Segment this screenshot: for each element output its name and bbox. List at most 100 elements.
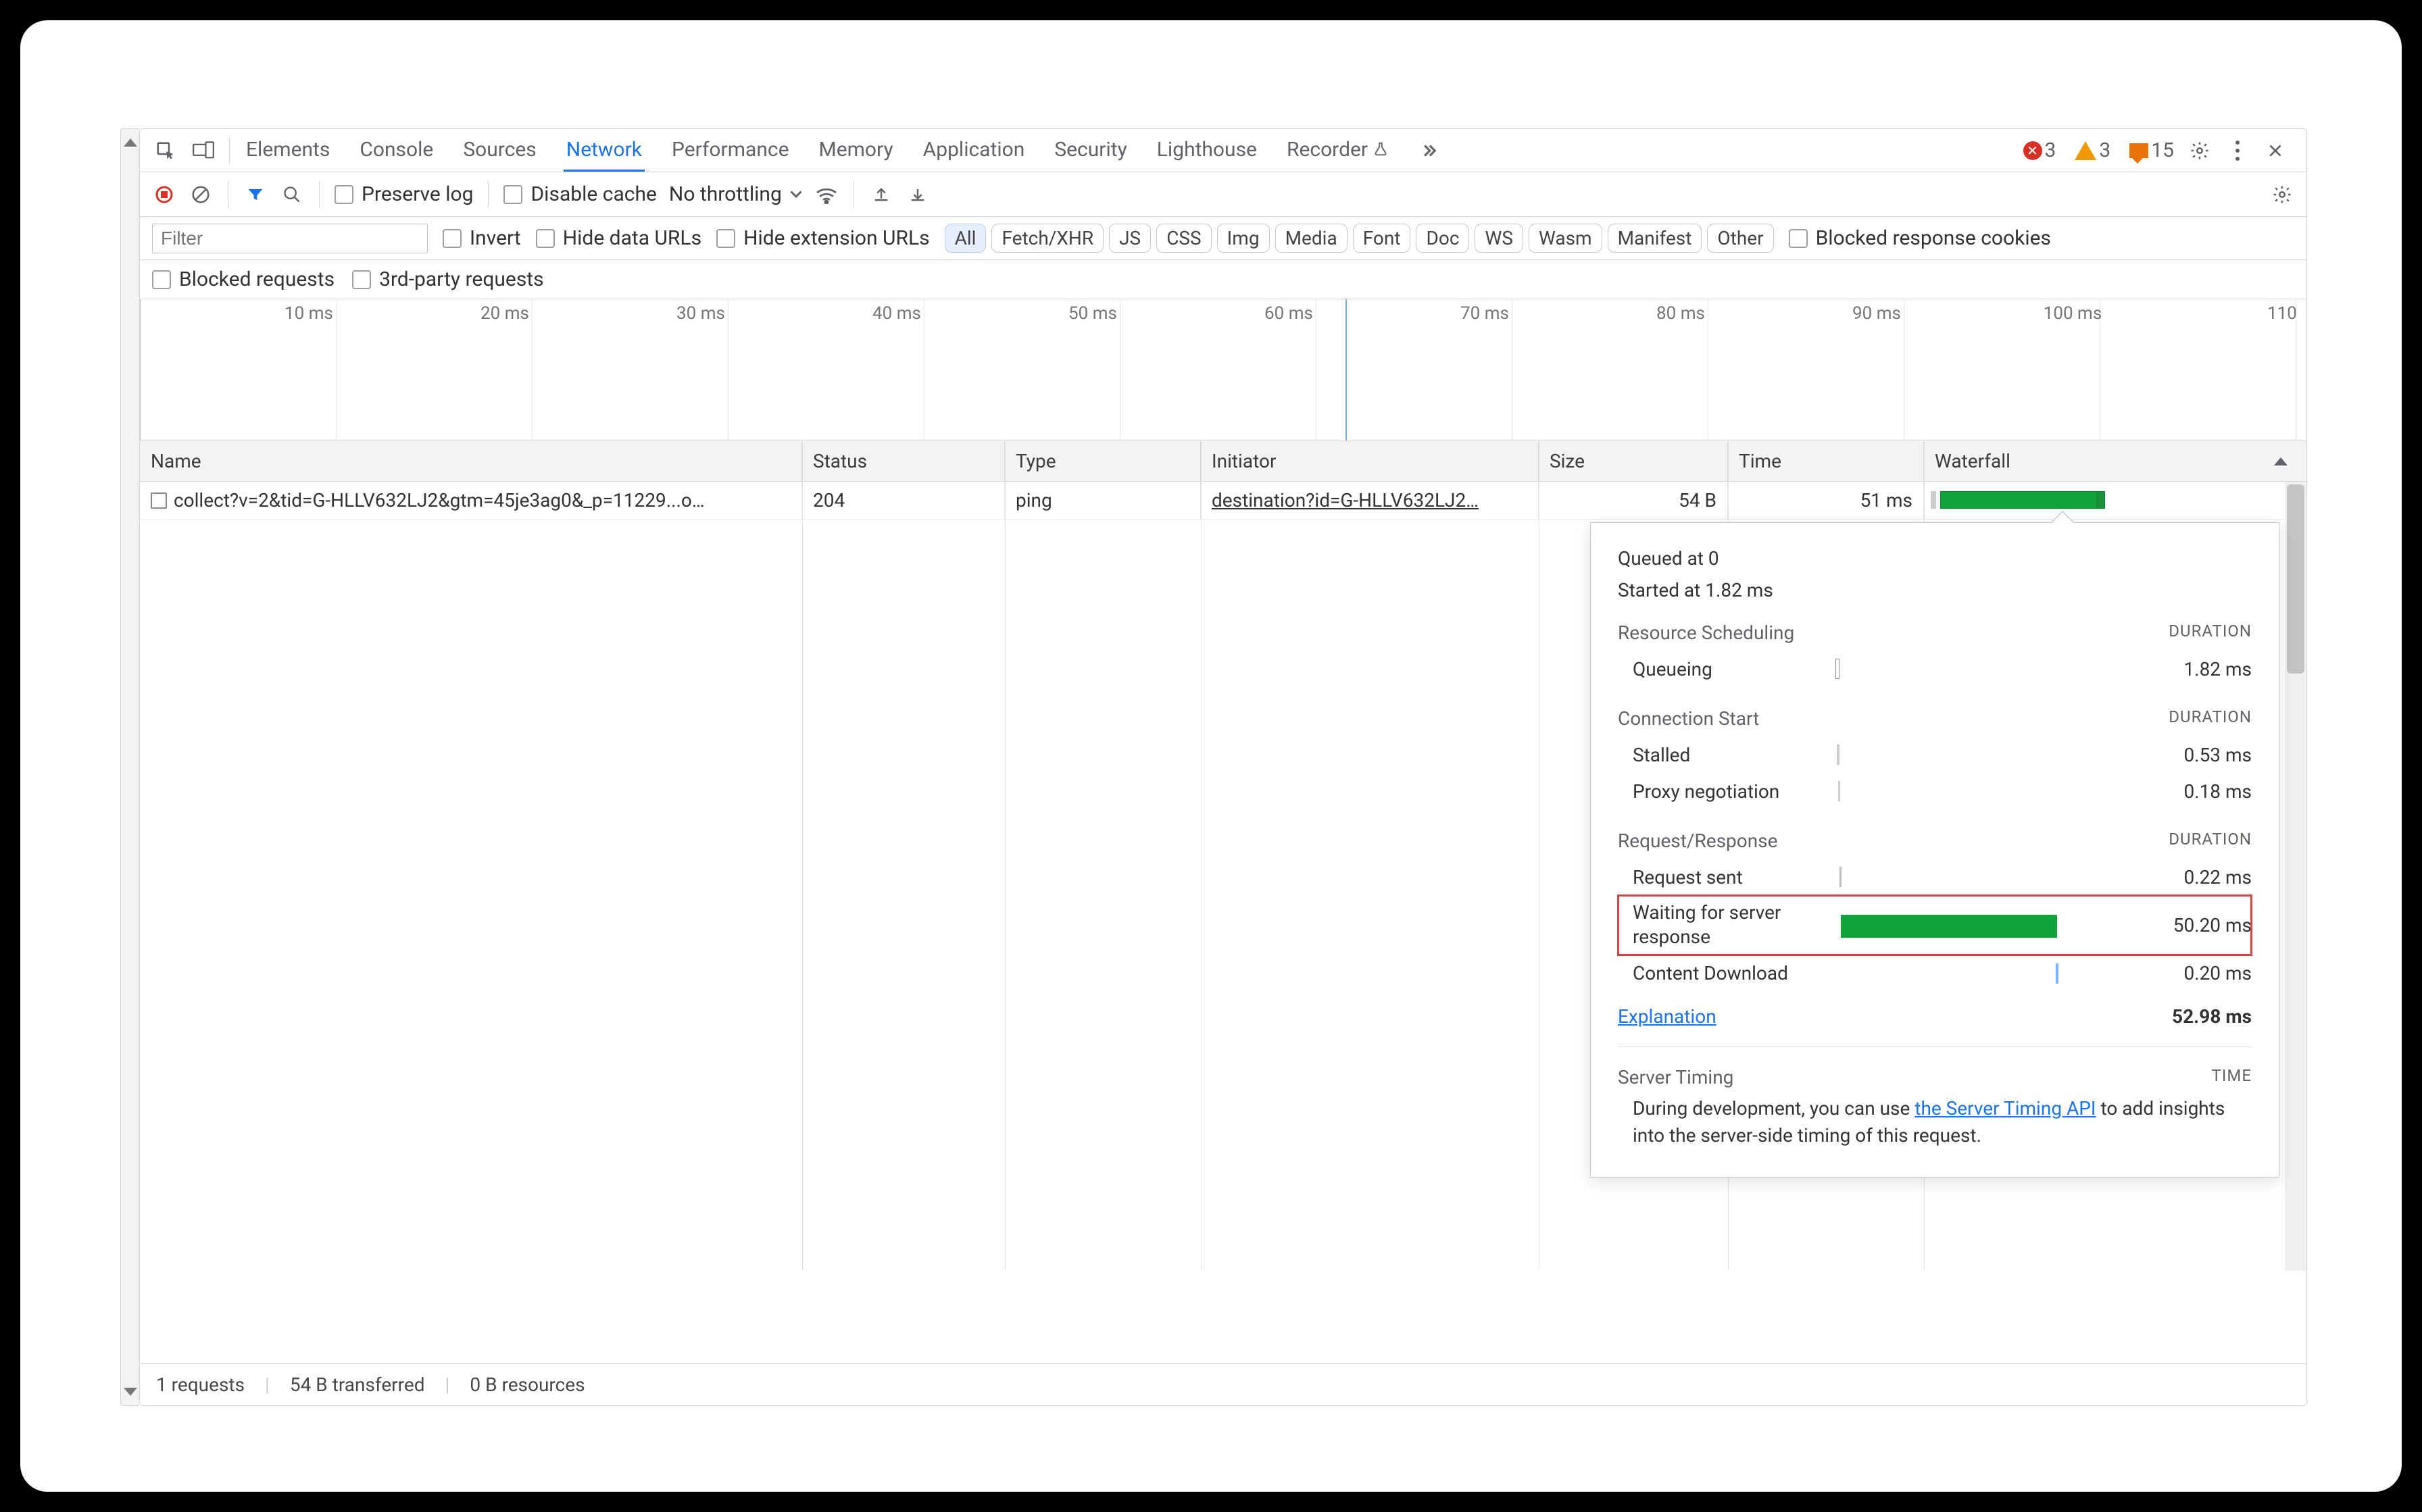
upload-icon[interactable] (869, 182, 893, 207)
footer-transferred: 54 B transferred (290, 1374, 425, 1396)
chip-all[interactable]: All (945, 224, 987, 253)
download-icon[interactable] (906, 182, 930, 207)
network-toolbar: Preserve log Disable cache No throttling (140, 172, 2306, 217)
chip-img[interactable]: Img (1217, 224, 1270, 253)
more-tabs-icon[interactable] (1415, 138, 1439, 163)
chip-wasm[interactable]: Wasm (1529, 224, 1602, 253)
wifi-icon[interactable] (814, 182, 839, 207)
warning-count[interactable]: 3 (2075, 138, 2110, 162)
chip-manifest[interactable]: Manifest (1608, 224, 1702, 253)
clear-button[interactable] (189, 182, 213, 207)
status-bar: 1 requests | 54 B transferred | 0 B reso… (140, 1363, 2306, 1405)
tab-console[interactable]: Console (357, 129, 436, 172)
col-status[interactable]: Status (802, 441, 1005, 481)
disable-cache-checkbox[interactable]: Disable cache (503, 182, 656, 206)
section-connection-start: Connection Start (1618, 707, 1759, 730)
row-queueing-label: Queueing (1633, 658, 1835, 680)
overview-timeline[interactable]: 10 ms 20 ms 30 ms 40 ms 50 ms 60 ms 70 m… (140, 299, 2306, 441)
chip-media[interactable]: Media (1275, 224, 1348, 253)
duration-header: DURATION (2169, 622, 2252, 644)
col-initiator[interactable]: Initiator (1201, 441, 1539, 481)
table-scrollbar[interactable] (2285, 482, 2306, 1271)
scroll-up-icon[interactable] (121, 132, 139, 153)
tab-lighthouse[interactable]: Lighthouse (1154, 129, 1260, 172)
inspect-icon[interactable] (153, 138, 178, 163)
tab-sources[interactable]: Sources (460, 129, 539, 172)
kebab-icon[interactable] (2225, 138, 2250, 163)
row-download-label: Content Download (1633, 962, 1835, 984)
row-proxy-label: Proxy negotiation (1633, 780, 1835, 803)
filter-icon[interactable] (243, 182, 268, 207)
tab-network[interactable]: Network (564, 129, 645, 172)
scroll-down-icon[interactable] (121, 1381, 139, 1403)
row-stalled-label: Stalled (1633, 744, 1835, 766)
filter-bar: Invert Hide data URLs Hide extension URL… (140, 217, 2306, 260)
issues-icon (2129, 143, 2148, 158)
server-timing-note: During development, you can use the Serv… (1618, 1095, 2252, 1150)
table-row[interactable]: collect?v=2&tid=G-HLLV632LJ2&gtm=45je3ag… (140, 482, 2285, 520)
chip-other[interactable]: Other (1707, 224, 1773, 253)
panel-gear-icon[interactable] (2270, 182, 2294, 207)
filter-input[interactable] (152, 224, 428, 253)
cell-status: 204 (802, 482, 1005, 519)
row-sent-value: 0.22 ms (2117, 866, 2252, 888)
table-header: Name Status Type Initiator Size Time Wat… (140, 441, 2306, 482)
issues-count[interactable]: 15 (2129, 138, 2174, 162)
throttling-select[interactable]: No throttling (669, 182, 802, 206)
cell-waterfall[interactable] (1924, 482, 2285, 519)
type-filter-chips: All Fetch/XHR JS CSS Img Media Font Doc … (945, 224, 1774, 253)
tab-performance[interactable]: Performance (669, 129, 792, 172)
resource-type-icon (151, 493, 167, 509)
tab-application[interactable]: Application (920, 129, 1028, 172)
tab-memory[interactable]: Memory (816, 129, 896, 172)
hide-data-checkbox[interactable]: Hide data URLs (536, 226, 701, 250)
chip-doc[interactable]: Doc (1416, 224, 1469, 253)
close-icon[interactable] (2263, 138, 2288, 163)
section-server-timing: Server Timing (1618, 1066, 1733, 1088)
main-tab-strip: Elements Console Sources Network Perform… (140, 129, 2306, 172)
col-name[interactable]: Name (140, 441, 802, 481)
blocked-cookies-checkbox[interactable]: Blocked response cookies (1789, 226, 2051, 250)
section-request-response: Request/Response (1618, 830, 1777, 852)
device-toolbar-icon[interactable] (191, 138, 216, 163)
hide-ext-checkbox[interactable]: Hide extension URLs (716, 226, 930, 250)
footer-requests: 1 requests (156, 1374, 245, 1396)
tab-security[interactable]: Security (1052, 129, 1129, 172)
outer-scrollbar[interactable] (120, 128, 139, 1406)
col-waterfall[interactable]: Waterfall (1924, 441, 2306, 481)
col-size[interactable]: Size (1539, 441, 1728, 481)
chip-font[interactable]: Font (1353, 224, 1411, 253)
row-waiting-highlighted: Waiting for server response 50.20 ms (1618, 895, 2252, 955)
third-party-checkbox[interactable]: 3rd-party requests (352, 268, 544, 291)
cell-time: 51 ms (1728, 482, 1924, 519)
explanation-link[interactable]: Explanation (1618, 1005, 1716, 1028)
cell-type: ping (1005, 482, 1201, 519)
row-queueing-value: 1.82 ms (2117, 658, 2252, 680)
cell-name: collect?v=2&tid=G-HLLV632LJ2&gtm=45je3ag… (140, 482, 802, 519)
tab-recorder[interactable]: Recorder (1284, 129, 1391, 172)
footer-resources: 0 B resources (470, 1374, 585, 1396)
tab-elements[interactable]: Elements (243, 129, 332, 172)
col-type[interactable]: Type (1005, 441, 1201, 481)
invert-checkbox[interactable]: Invert (443, 226, 521, 250)
chip-css[interactable]: CSS (1156, 224, 1211, 253)
devtools-panel: Elements Console Sources Network Perform… (139, 128, 2307, 1406)
preserve-log-checkbox[interactable]: Preserve log (335, 182, 473, 206)
col-time[interactable]: Time (1728, 441, 1924, 481)
request-table: Name Status Type Initiator Size Time Wat… (140, 441, 2306, 1271)
chip-ws[interactable]: WS (1475, 224, 1523, 253)
record-button[interactable] (152, 182, 176, 207)
chip-fetch[interactable]: Fetch/XHR (991, 224, 1104, 253)
error-icon: ✕ (2023, 141, 2042, 160)
server-timing-api-link[interactable]: the Server Timing API (1914, 1097, 2096, 1119)
gear-icon[interactable] (2188, 138, 2212, 163)
cell-initiator[interactable]: destination?id=G-HLLV632LJ2… (1201, 482, 1539, 519)
section-resource-scheduling: Resource Scheduling (1618, 622, 1794, 644)
blocked-requests-checkbox[interactable]: Blocked requests (152, 268, 335, 291)
chip-js[interactable]: JS (1109, 224, 1151, 253)
popup-started: Started at 1.82 ms (1618, 579, 2252, 601)
search-icon[interactable] (280, 182, 304, 207)
cell-size: 54 B (1539, 482, 1728, 519)
chevron-down-icon (790, 191, 802, 199)
error-count[interactable]: ✕ 3 (2023, 138, 2056, 162)
